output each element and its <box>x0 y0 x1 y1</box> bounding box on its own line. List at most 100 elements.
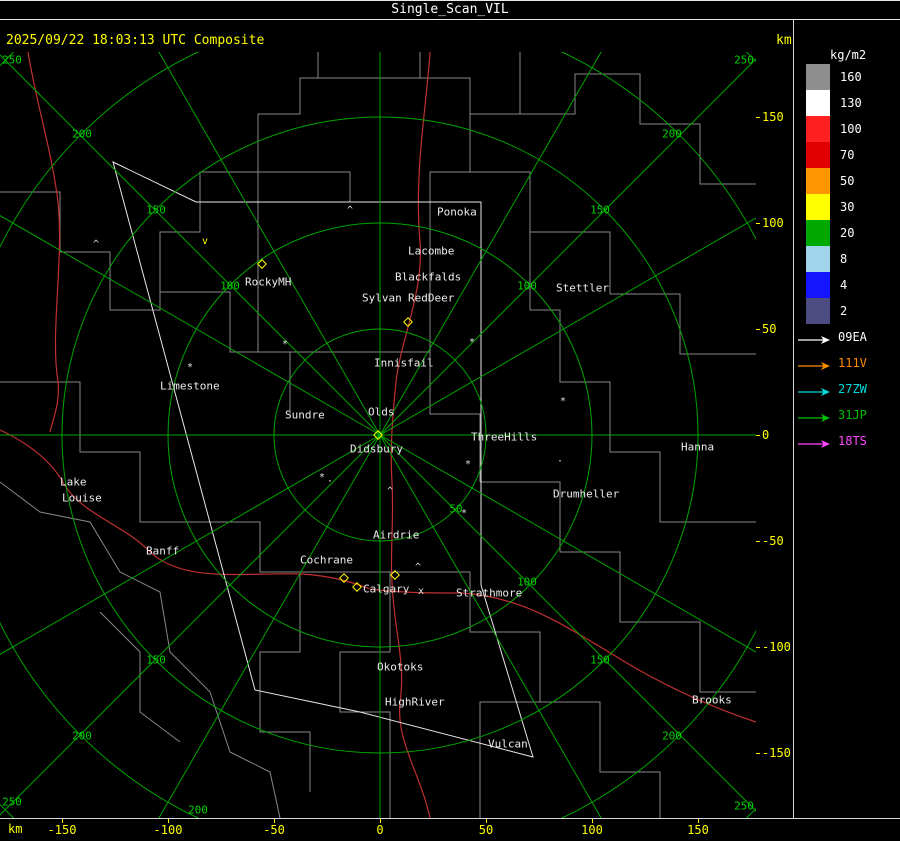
color-scale-value: 20 <box>840 226 855 240</box>
y-axis-label: 50 <box>762 322 777 336</box>
color-scale-value: 4 <box>840 278 848 292</box>
range-ring-label: 150 <box>590 203 610 217</box>
color-scale-row: 30 <box>794 194 900 220</box>
color-scale-row: 160 <box>794 64 900 90</box>
range-ring-label: 150 <box>590 653 610 667</box>
color-scale-row: 70 <box>794 142 900 168</box>
y-axis-label: -100 <box>762 640 791 654</box>
range-ring-label: 100 <box>220 279 240 293</box>
y-axis-tick <box>756 541 760 542</box>
color-scale-value: 30 <box>840 200 855 214</box>
color-scale-value: 100 <box>840 122 862 136</box>
point-marker: * <box>186 362 194 373</box>
range-ring-label: 100 <box>517 279 537 293</box>
town-label-rockymh: RockyMH <box>245 275 292 289</box>
radar-site-row: 111V <box>794 350 900 376</box>
y-axis-label: 0 <box>762 428 770 442</box>
radar-site-legend: 09EA 111V 27ZW 31JP 18TS <box>794 324 900 454</box>
town-label-sundre: Sundre <box>285 408 325 422</box>
color-scale-value: 160 <box>840 70 862 84</box>
color-scale-row: 2 <box>794 298 900 324</box>
radar-site-row: 09EA <box>794 324 900 350</box>
point-marker: * <box>468 337 476 348</box>
window-titlebar: Single_Scan_VIL <box>0 0 900 20</box>
range-ring-label: 250 <box>734 799 754 813</box>
y-axis-label: 100 <box>762 216 784 230</box>
color-scale-value: 130 <box>840 96 862 110</box>
town-label-cochrane: Cochrane <box>300 553 353 567</box>
range-ring-label: 250 <box>2 795 22 809</box>
point-marker: * <box>318 472 326 483</box>
y-axis-tick <box>756 117 760 118</box>
range-ring-label: 200 <box>72 127 92 141</box>
radar-arrow-icon <box>796 357 832 376</box>
town-label-airdrie: Airdrie <box>373 528 420 542</box>
town-label-ponoka: Ponoka <box>437 205 477 219</box>
radar-arrow-icon <box>796 409 832 428</box>
color-scale-row: 130 <box>794 90 900 116</box>
town-label-vulcan: Vulcan <box>488 737 528 751</box>
radar-site-id: 27ZW <box>838 382 867 396</box>
y-axis-tick <box>756 647 760 648</box>
point-marker: ^ <box>386 486 394 497</box>
color-swatch <box>806 64 830 90</box>
radar-arrow-icon <box>796 435 832 454</box>
color-scale-value: 2 <box>840 304 848 318</box>
color-swatch <box>806 246 830 272</box>
right-axis: 150 100 50 0 -50 -100 -150 <box>756 52 793 818</box>
radar-site-row: 18TS <box>794 428 900 454</box>
town-label-drumheller: Drumheller <box>553 487 620 501</box>
x-axis-label: -100 <box>153 823 183 837</box>
x-axis-label: 50 <box>478 823 494 837</box>
range-ring-label: 250 <box>2 53 22 67</box>
y-axis-label: 150 <box>762 110 784 124</box>
town-label-strathmore: Strathmore <box>456 586 523 600</box>
town-label-calgary: Calgary <box>363 582 410 596</box>
town-label-okotoks: Okotoks <box>377 660 424 674</box>
point-marker: ^ <box>92 239 100 250</box>
range-ring-label: 200 <box>662 127 682 141</box>
town-label-didsbury: Didsbury <box>350 442 403 456</box>
point-marker: · <box>326 476 334 487</box>
color-swatch <box>806 272 830 298</box>
radar-map: Ponoka Lacombe Blackfalds Sylvan RedDeer Rock… <box>0 52 756 818</box>
point-marker: ^ <box>414 562 422 573</box>
x-axis-label: -150 <box>47 823 77 837</box>
town-label-lake: Lake <box>60 475 87 489</box>
window-title: Single_Scan_VIL <box>391 2 509 17</box>
y-axis-unit-label: km <box>776 33 792 48</box>
color-swatch <box>806 168 830 194</box>
color-scale-value: 70 <box>840 148 855 162</box>
legend-unit-label: kg/m2 <box>830 48 867 62</box>
range-ring-label: 150 <box>146 203 166 217</box>
point-marker: v <box>201 236 209 247</box>
town-label-hanna: Hanna <box>681 440 715 454</box>
y-axis-label: -150 <box>762 746 791 760</box>
town-label-blackfalds: Blackfalds <box>395 270 462 284</box>
color-scale-value: 8 <box>840 252 848 266</box>
y-axis-tick <box>756 223 760 224</box>
y-axis-tick <box>756 435 760 436</box>
x-axis-label: 100 <box>581 823 603 837</box>
point-marker: * <box>460 508 468 519</box>
town-label-brooks: Brooks <box>692 693 732 707</box>
color-scale-row: 50 <box>794 168 900 194</box>
bottom-axis: km -150 -100 -50 0 50 100 150 <box>0 819 900 841</box>
point-marker: ^ <box>346 205 354 216</box>
town-label-limestone: Limestone <box>160 379 220 393</box>
x-axis-unit-label: km <box>8 822 23 836</box>
range-ring-label: 200 <box>72 729 92 743</box>
radar-arrow-icon <box>796 383 832 402</box>
town-label-sylvan: Sylvan <box>362 291 402 305</box>
color-swatch <box>806 194 830 220</box>
town-label-stettler: Stettler <box>556 281 609 295</box>
x-axis-label: 150 <box>687 823 709 837</box>
range-ring-label: 200 <box>662 729 682 743</box>
town-label-innisfail: Innisfail <box>374 356 434 370</box>
color-swatch <box>806 90 830 116</box>
color-scale-row: 20 <box>794 220 900 246</box>
color-swatch <box>806 142 830 168</box>
y-axis-label: -50 <box>762 534 784 548</box>
radar-site-id: 31JP <box>838 408 867 422</box>
y-axis-tick <box>756 329 760 330</box>
